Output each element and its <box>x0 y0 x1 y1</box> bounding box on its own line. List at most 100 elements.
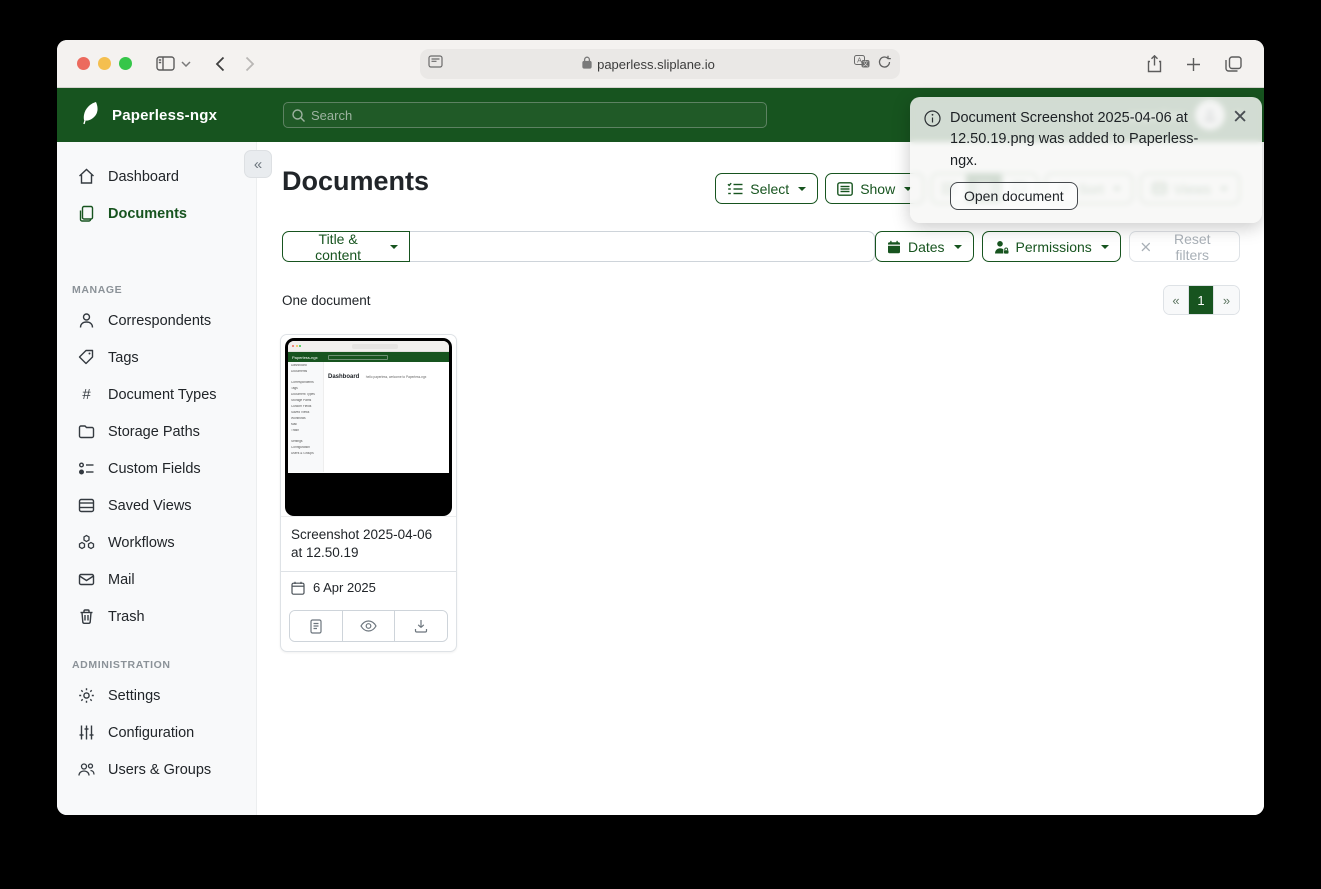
sidebar-item-configuration[interactable]: Configuration <box>57 714 256 751</box>
calendar-icon <box>291 581 305 595</box>
lock-icon <box>582 56 592 72</box>
minimize-window-button[interactable] <box>98 57 111 70</box>
document-card: Paperless-ngx DashboardDocumentsCorrespo… <box>280 334 457 652</box>
caret-down-icon <box>1101 245 1109 249</box>
close-icon[interactable]: ✕ <box>1232 108 1248 172</box>
thumbnail-sidebar: DashboardDocumentsCorrespondentsTagsDocu… <box>288 362 324 472</box>
page-title: Documents <box>282 166 429 197</box>
toast-message: Document Screenshot 2025-04-06 at 12.50.… <box>950 108 1222 172</box>
dates-button[interactable]: Dates <box>875 231 974 262</box>
calendar-icon <box>887 240 901 254</box>
person-lock-icon <box>994 240 1009 254</box>
files-icon <box>78 205 95 222</box>
document-count: One document <box>282 293 371 308</box>
collapse-sidebar-button[interactable]: « <box>244 150 272 178</box>
traffic-lights <box>77 57 132 70</box>
sidebar-item-correspondents[interactable]: Correspondents <box>57 302 256 339</box>
folder-icon <box>78 423 95 440</box>
app-name: Paperless-ngx <box>112 107 217 124</box>
sidebar-item-workflows[interactable]: Workflows <box>57 524 256 561</box>
sidebar-item-storage-paths[interactable]: Storage Paths <box>57 413 256 450</box>
collapse-chevrons-icon: « <box>254 156 262 173</box>
pagination-prev[interactable]: « <box>1164 286 1189 314</box>
sidebar-item-dashboard[interactable]: Dashboard <box>57 158 256 195</box>
browser-window: paperless.sliplane.io A文 <box>57 40 1264 815</box>
url-text: paperless.sliplane.io <box>597 57 715 72</box>
filter-row: Title & content Dates Permissions <box>282 231 1240 262</box>
back-button-icon[interactable] <box>215 56 225 72</box>
svg-text:文: 文 <box>862 60 868 68</box>
select-button[interactable]: Select <box>715 173 818 204</box>
eye-icon <box>360 620 377 632</box>
download-icon <box>414 619 428 633</box>
close-window-button[interactable] <box>77 57 90 70</box>
trash-icon <box>78 608 95 625</box>
sidebar-item-users-groups[interactable]: Users & Groups <box>57 751 256 788</box>
caret-down-icon <box>390 245 398 249</box>
sidebar-item-custom-fields[interactable]: Custom Fields <box>57 450 256 487</box>
sidebar: Dashboard Documents MANAGE Correspondent… <box>57 142 257 815</box>
caret-down-icon <box>954 245 962 249</box>
pagination: « 1 » <box>1163 285 1240 315</box>
sidebar-item-document-types[interactable]: # Document Types <box>57 376 256 413</box>
hash-icon: # <box>78 386 95 403</box>
pagination-page-1[interactable]: 1 <box>1189 286 1214 314</box>
document-date: 6 Apr 2025 <box>313 580 376 595</box>
house-icon <box>78 168 95 185</box>
sidebar-item-tags[interactable]: Tags <box>57 339 256 376</box>
share-icon[interactable] <box>1147 55 1162 73</box>
sidebar-item-saved-views[interactable]: Saved Views <box>57 487 256 524</box>
thumbnail-screenshot: Paperless-ngx DashboardDocumentsCorrespo… <box>285 338 452 516</box>
ui-radios-icon <box>78 460 95 477</box>
tag-icon <box>78 349 95 366</box>
document-title[interactable]: Screenshot 2025-04-06 at 12.50.19 <box>281 516 456 571</box>
page-settings-icon[interactable] <box>428 55 443 73</box>
chevron-down-icon[interactable] <box>181 61 191 67</box>
filter-query-input[interactable] <box>410 231 875 262</box>
sliders-icon <box>78 724 95 741</box>
forward-button-icon[interactable] <box>245 56 255 72</box>
filter-field-selector[interactable]: Title & content <box>282 231 410 262</box>
document-date-row: 6 Apr 2025 <box>281 571 456 603</box>
toast-notification: Document Screenshot 2025-04-06 at 12.50.… <box>910 97 1262 223</box>
address-bar[interactable]: paperless.sliplane.io A文 <box>420 49 900 79</box>
document-thumbnail[interactable]: Paperless-ngx DashboardDocumentsCorrespo… <box>281 335 456 516</box>
zoom-window-button[interactable] <box>119 57 132 70</box>
permissions-button[interactable]: Permissions <box>982 231 1121 262</box>
new-tab-icon[interactable] <box>1186 57 1201 72</box>
reload-icon[interactable] <box>878 55 891 74</box>
app-brand[interactable]: Paperless-ngx <box>80 101 270 130</box>
info-icon <box>924 110 941 172</box>
document-actions <box>289 610 448 642</box>
sidebar-item-mail[interactable]: Mail <box>57 561 256 598</box>
boxes-icon <box>78 534 95 551</box>
window-icon <box>78 497 95 514</box>
administration-section-header: ADMINISTRATION <box>72 659 256 671</box>
global-search[interactable] <box>283 102 767 128</box>
edit-document-button[interactable] <box>290 611 343 641</box>
svg-text:A: A <box>857 58 862 65</box>
caret-down-icon <box>798 187 806 191</box>
download-document-button[interactable] <box>395 611 447 641</box>
main-content: Documents Select Show <box>257 142 1264 815</box>
translate-icon[interactable]: A文 <box>854 55 870 73</box>
paperless-logo-icon <box>80 101 102 130</box>
preview-document-button[interactable] <box>343 611 396 641</box>
sidebar-item-trash[interactable]: Trash <box>57 598 256 635</box>
sidebar-item-documents[interactable]: Documents <box>57 195 256 232</box>
people-icon <box>78 761 95 778</box>
open-document-button[interactable]: Open document <box>950 182 1078 210</box>
global-search-input[interactable] <box>311 108 711 123</box>
list-check-icon <box>727 182 743 196</box>
manage-section-header: MANAGE <box>72 284 256 296</box>
reset-filters-button[interactable]: Reset filters <box>1129 231 1240 262</box>
gear-icon <box>78 687 95 704</box>
x-icon <box>1141 242 1151 252</box>
browser-sidebar-icon[interactable] <box>156 56 175 71</box>
search-icon <box>292 109 305 122</box>
sidebar-item-settings[interactable]: Settings <box>57 677 256 714</box>
file-text-icon <box>309 619 323 634</box>
tab-overview-icon[interactable] <box>1225 56 1242 72</box>
pagination-next[interactable]: » <box>1214 286 1239 314</box>
results-row: One document « 1 » <box>282 285 1240 315</box>
